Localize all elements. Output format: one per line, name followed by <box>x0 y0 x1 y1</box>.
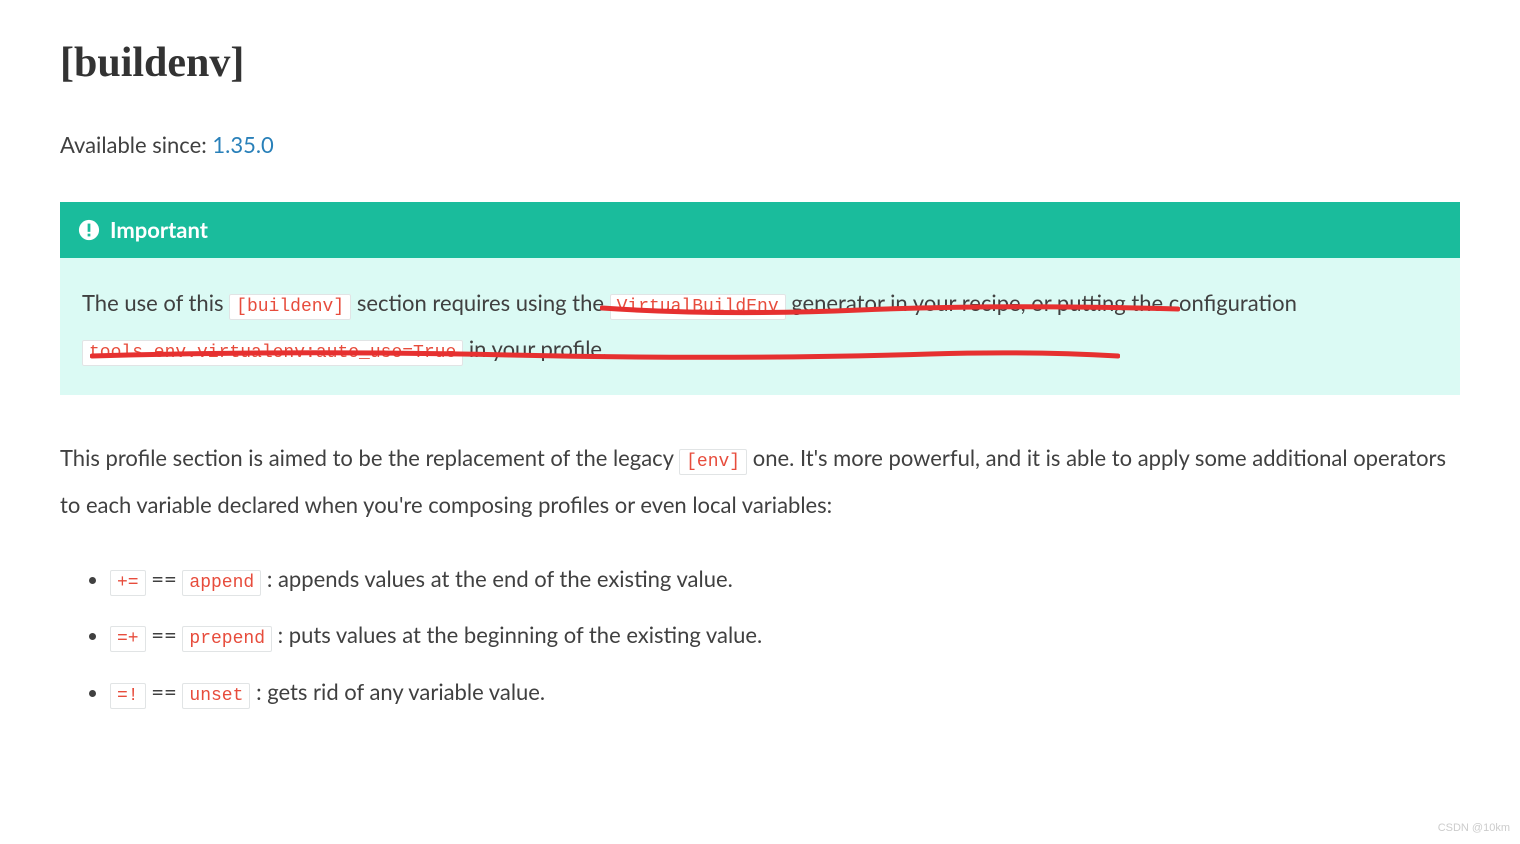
availability-label: Available since: <box>60 131 212 158</box>
code-operator: =! <box>110 683 146 709</box>
list-item: =+ == prepend : puts values at the begin… <box>110 614 1460 656</box>
equals-text: == <box>151 621 182 648</box>
operator-description: : puts values at the beginning of the ex… <box>278 621 763 648</box>
code-operator-name: prepend <box>182 626 272 652</box>
version-link[interactable]: 1.35.0 <box>212 131 273 158</box>
operator-list: += == append : appends values at the end… <box>60 558 1460 713</box>
operator-description: : gets rid of any variable value. <box>256 678 545 705</box>
admonition-text: in your profile. <box>469 335 607 362</box>
admonition-text: The use of this <box>82 289 229 316</box>
admonition-title-bar: Important <box>60 202 1460 257</box>
equals-text: == <box>151 565 182 592</box>
code-operator-name: unset <box>182 683 250 709</box>
equals-text: == <box>151 678 182 705</box>
watermark: CSDN @10km <box>1438 820 1510 838</box>
important-admonition: Important The use of this [buildenv] sec… <box>60 202 1460 395</box>
code-auto-use: tools.env.virtualenv:auto_use=True <box>82 340 463 366</box>
code-operator: =+ <box>110 626 146 652</box>
code-operator: += <box>110 570 146 596</box>
availability-line: Available since: 1.35.0 <box>60 127 1460 162</box>
code-env: [env] <box>679 449 747 475</box>
admonition-text: generator in your recipe, or putting the… <box>791 289 1297 316</box>
admonition-body: The use of this [buildenv] section requi… <box>60 258 1460 396</box>
section-heading: [buildenv] <box>60 30 1460 97</box>
admonition-title-text: Important <box>110 212 208 247</box>
code-virtualbuildenv: VirtualBuildEnv <box>610 294 786 320</box>
description-paragraph: This profile section is aimed to be the … <box>60 435 1460 528</box>
admonition-text: section requires using the <box>357 289 610 316</box>
code-buildenv: [buildenv] <box>229 294 351 320</box>
list-item: += == append : appends values at the end… <box>110 558 1460 600</box>
description-text: This profile section is aimed to be the … <box>60 444 679 471</box>
code-operator-name: append <box>182 570 261 596</box>
operator-description: : appends values at the end of the exist… <box>267 565 733 592</box>
exclamation-icon <box>78 219 100 241</box>
list-item: =! == unset : gets rid of any variable v… <box>110 671 1460 713</box>
